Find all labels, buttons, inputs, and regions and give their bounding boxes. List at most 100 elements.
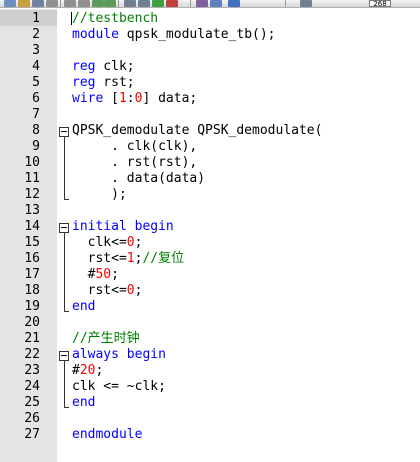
keyword-token: begin [134, 219, 174, 234]
line-number: 26 [24, 411, 40, 426]
code-line[interactable]: ); [72, 187, 127, 203]
fold-toggle-icon[interactable] [59, 351, 69, 361]
redo-icon[interactable] [104, 0, 116, 7]
fold-guide-line [64, 233, 65, 312]
code-line[interactable]: always begin [72, 347, 166, 363]
fold-end-marker [64, 407, 69, 408]
undo-icon[interactable] [92, 0, 104, 7]
code-line[interactable]: //testbench [72, 11, 158, 27]
code-token: clk<= [72, 235, 127, 250]
code-token: [ [103, 91, 119, 106]
code-line[interactable]: . data(data) [72, 171, 205, 187]
code-line[interactable]: #20; [72, 363, 103, 379]
new-file-icon[interactable] [4, 0, 16, 7]
code-line[interactable]: rst<=0; [72, 283, 143, 299]
code-token: ); [72, 187, 127, 202]
run-icon[interactable] [152, 0, 164, 7]
bookmark-icon[interactable] [196, 0, 208, 7]
fold-toggle-icon[interactable] [59, 127, 69, 137]
code-line[interactable]: //产生时钟 [72, 331, 140, 347]
code-token: QPSK_demodulate QPSK_demodulate( [72, 123, 323, 138]
save-icon[interactable] [32, 0, 44, 7]
line-number: 14 [24, 219, 40, 234]
fold-end-marker [64, 199, 69, 200]
code-line[interactable]: #50; [72, 267, 119, 283]
code-line[interactable]: . rst(rst), [72, 155, 197, 171]
code-line[interactable]: wire [1:0] data; [72, 91, 197, 107]
line-number: 4 [32, 59, 40, 74]
number-token: 1 [126, 251, 135, 266]
line-number: 13 [24, 203, 40, 218]
code-token: # [72, 267, 96, 282]
code-line[interactable]: clk <= ~clk; [72, 379, 166, 395]
code-line[interactable]: QPSK_demodulate QPSK_demodulate( [72, 123, 322, 139]
code-token: rst<= [72, 283, 127, 298]
cut-icon[interactable] [46, 0, 58, 7]
comment-token: //产生时钟 [72, 331, 140, 346]
code-line[interactable]: clk<=0; [72, 235, 143, 251]
toolbar-separator [190, 0, 191, 7]
code-line[interactable]: end [72, 299, 95, 315]
keyword-token: endmodule [72, 427, 143, 442]
code-line[interactable]: reg clk; [72, 59, 135, 75]
fold-guide-line [64, 361, 65, 408]
code-token: ; [134, 235, 143, 250]
line-number: 25 [24, 395, 40, 410]
toolbar-separator [118, 0, 119, 7]
line-number: 24 [24, 379, 40, 394]
code-line[interactable]: end [72, 395, 95, 411]
code-token: . rst(rst), [72, 155, 198, 170]
stop-icon[interactable] [166, 0, 178, 7]
line-number: 16 [24, 251, 40, 266]
keyword-token: always [72, 347, 119, 362]
settings-icon[interactable] [210, 0, 222, 7]
zoom-level-field[interactable]: 268 [369, 0, 391, 7]
code-token: clk; [95, 59, 135, 74]
number-token: 50 [95, 267, 112, 282]
keyword-token: end [72, 395, 96, 410]
line-number: 11 [24, 171, 40, 186]
number-token: 0 [126, 283, 135, 298]
line-number: 19 [24, 299, 40, 314]
code-token: ; [111, 267, 119, 282]
comment-token: //testbench [72, 11, 159, 26]
keyword-token: end [72, 299, 96, 314]
code-line[interactable]: reg rst; [72, 75, 135, 91]
toolbar-separator [285, 0, 286, 7]
open-file-icon[interactable] [18, 0, 30, 7]
keyword-token: reg [72, 59, 96, 74]
replace-icon[interactable] [138, 0, 150, 7]
line-number: 6 [32, 91, 40, 106]
code-token: ; [95, 363, 104, 378]
keyword-token: reg [72, 75, 96, 90]
paste-icon[interactable] [78, 0, 90, 7]
help-icon[interactable] [300, 0, 312, 7]
text-caret [71, 12, 72, 25]
number-token: 0 [126, 235, 135, 250]
line-number: 7 [32, 107, 40, 122]
number-token: 20 [79, 363, 96, 378]
fold-toggle-icon[interactable] [59, 223, 69, 233]
code-token: . clk(clk), [72, 139, 198, 154]
keyword-token: wire [72, 91, 104, 106]
code-line[interactable]: . clk(clk), [72, 139, 197, 155]
keyword-token: begin [126, 347, 166, 362]
line-number: 18 [24, 283, 40, 298]
comment-token: //复位 [142, 251, 185, 266]
line-number: 9 [32, 139, 40, 154]
fold-guide-line [64, 137, 65, 200]
code-line[interactable]: rst<=1;//复位 [72, 251, 184, 267]
copy-icon[interactable] [64, 0, 76, 7]
code-line[interactable]: endmodule [72, 427, 142, 443]
code-token: qpsk_modulate_tb(); [118, 27, 276, 42]
code-line[interactable]: initial begin [72, 219, 174, 235]
line-number: 20 [24, 315, 40, 330]
code-line[interactable]: module qpsk_modulate_tb(); [72, 27, 276, 43]
line-number: 27 [24, 427, 40, 442]
toolbar: 268 [0, 0, 420, 8]
zoom-icon[interactable] [228, 0, 240, 7]
line-number: 23 [24, 363, 40, 378]
line-number: 1 [32, 11, 40, 26]
find-icon[interactable] [124, 0, 136, 7]
